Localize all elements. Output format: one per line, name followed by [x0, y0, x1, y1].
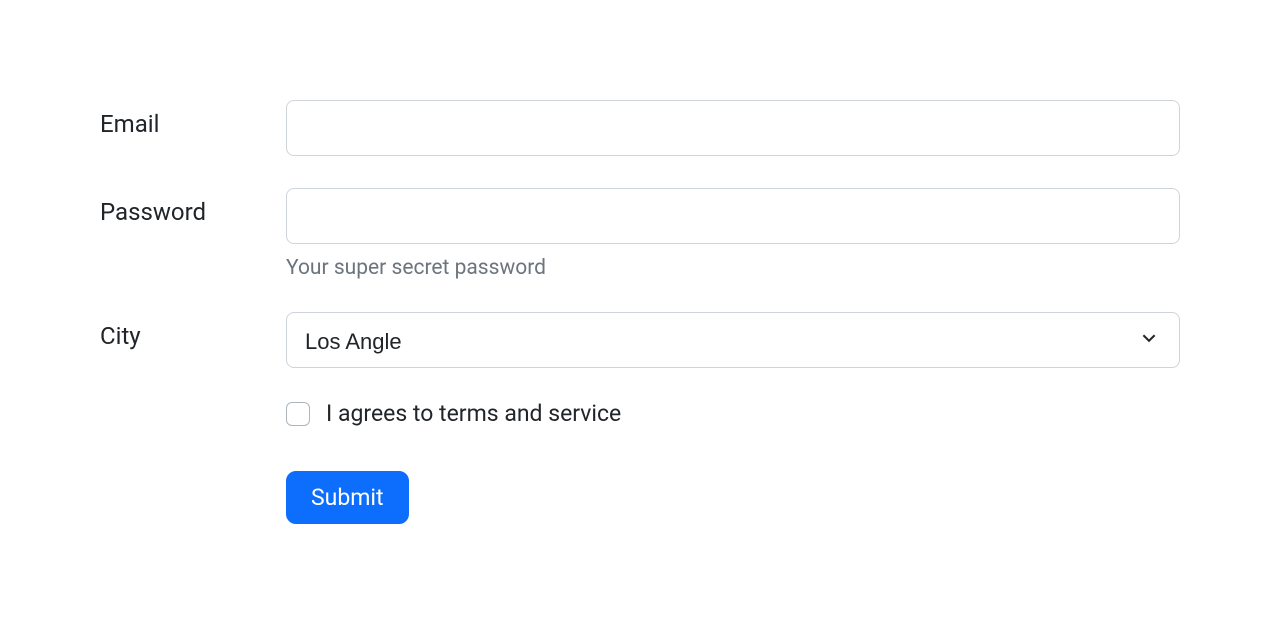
password-input[interactable] [286, 188, 1180, 244]
email-row: Email [100, 100, 1180, 156]
city-label: City [100, 322, 141, 350]
terms-checkbox[interactable] [286, 402, 310, 426]
submit-button[interactable]: Submit [286, 471, 409, 524]
terms-label[interactable]: I agrees to terms and service [326, 400, 621, 427]
city-row: City Los Angle [100, 312, 1180, 368]
password-row: Password Your super secret password [100, 188, 1180, 280]
password-help-text: Your super secret password [286, 256, 1180, 280]
password-label: Password [100, 198, 206, 226]
city-select[interactable]: Los Angle [286, 312, 1180, 368]
email-input[interactable] [286, 100, 1180, 156]
signup-form: Email Password Your super secret passwor… [100, 100, 1180, 524]
email-label: Email [100, 110, 159, 138]
terms-row: I agrees to terms and service Submit [100, 400, 1180, 524]
